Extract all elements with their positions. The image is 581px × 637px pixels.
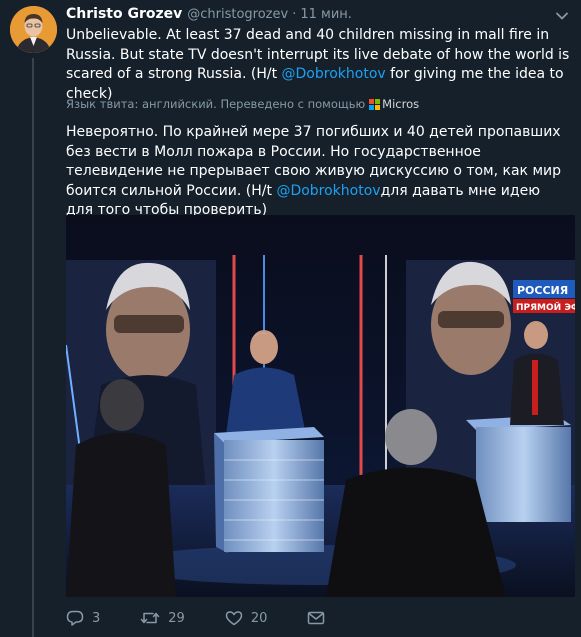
thread-connector-line [32,58,34,637]
like-count: 20 [250,610,268,626]
tweet-media-photo[interactable]: РОССИЯ ПРЯМОЙ ЭФ [66,215,575,597]
chevron-down-icon[interactable] [555,8,569,22]
heart-icon [225,610,243,626]
translation-note-text: Язык твита: английский. Переведено с пом… [66,97,366,111]
author-name[interactable]: Christo Grozev [66,6,182,22]
tweet-timestamp[interactable]: 11 мин. [300,7,352,22]
tweet-header: Christo Grozev @christogrozev · 11 мин. [66,6,352,26]
retweet-count: 29 [168,610,185,626]
avatar[interactable] [10,6,57,53]
tweet-actions: 3 29 20 [66,608,386,628]
separator-dot: · [292,7,297,22]
retweet-icon [140,610,160,626]
mention-link[interactable]: @Dobrokhotov [282,66,386,82]
translated-text: Невероятно. По крайней мере 37 погибших … [66,123,571,221]
like-button[interactable]: 20 [225,610,268,626]
reply-count: 3 [92,610,101,626]
channel-logo: РОССИЯ [517,284,568,297]
retweet-button[interactable]: 29 [140,610,185,626]
translated-mention-link[interactable]: @Dobrokhotov [276,183,380,199]
microsoft-logo-icon [369,98,381,110]
reply-icon [66,610,84,626]
tweet-text: Unbelievable. At least 37 dead and 40 ch… [66,26,571,104]
direct-message-button[interactable] [307,611,325,625]
translation-attribution: Язык твита: английский. Переведено с пом… [66,97,419,111]
translation-provider[interactable]: Micros [382,97,419,111]
live-badge: ПРЯМОЙ ЭФ [516,301,575,313]
mail-icon [307,611,325,625]
reply-button[interactable]: 3 [66,610,100,626]
author-handle[interactable]: @christogrozev [187,7,288,22]
